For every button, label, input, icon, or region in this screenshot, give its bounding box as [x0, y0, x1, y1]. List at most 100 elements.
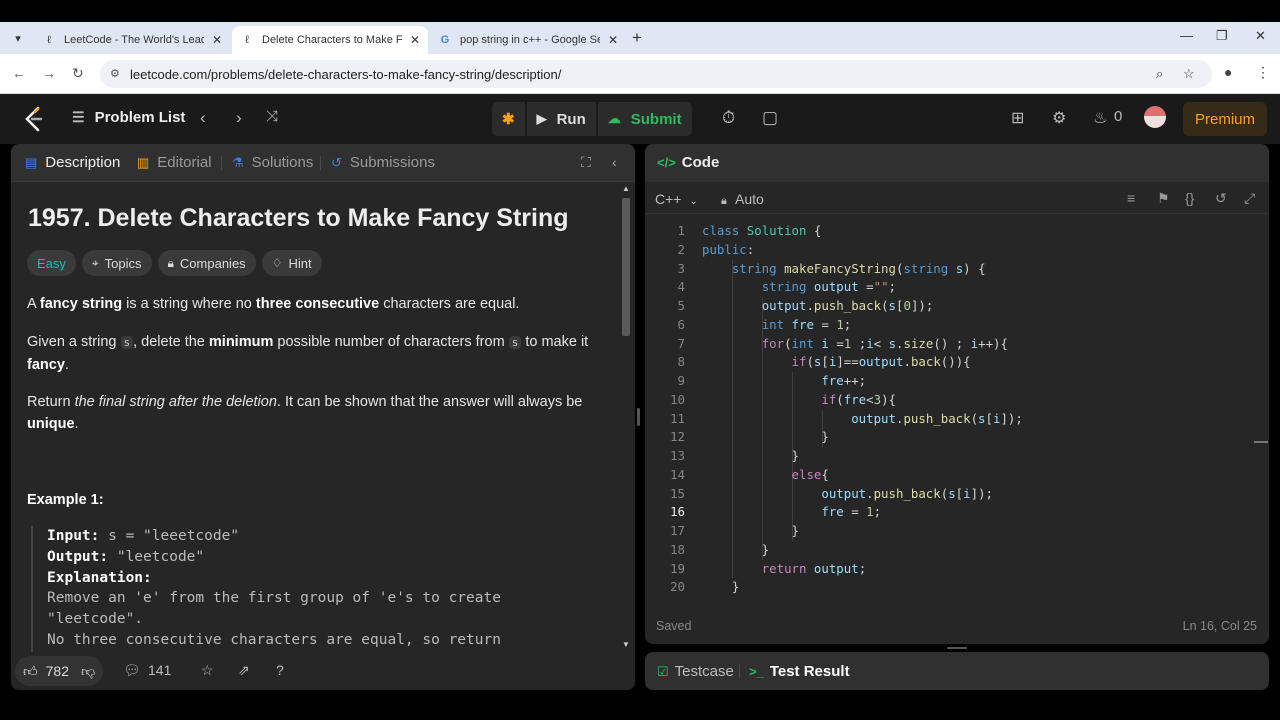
- browser-tab-bar: ▾ ℓ LeetCode - The World's Leading ✕ ℓ D…: [0, 22, 1280, 54]
- code-line[interactable]: }: [702, 428, 828, 447]
- history-icon: ↺: [331, 154, 342, 170]
- auto-label: Auto: [734, 191, 764, 207]
- user-avatar[interactable]: [1144, 106, 1166, 128]
- browser-tab-leetcode-home[interactable]: ℓ LeetCode - The World's Leading ✕: [34, 26, 230, 54]
- language-label: C++: [655, 191, 682, 207]
- panel-resize-handle[interactable]: [637, 408, 640, 426]
- editor-scroll-marker: [1254, 441, 1268, 443]
- prev-problem-icon[interactable]: ‹: [200, 108, 206, 128]
- timer-icon[interactable]: ⏱: [722, 108, 735, 128]
- close-tab-icon[interactable]: ✕: [608, 33, 618, 47]
- comment-icon[interactable]: 💬︎: [123, 662, 141, 679]
- help-icon[interactable]: ?: [276, 662, 284, 678]
- braces-icon[interactable]: {}: [1185, 190, 1194, 206]
- notes-icon[interactable]: ▢: [762, 108, 778, 128]
- address-bar[interactable]: ⚙ leetcode.com/problems/delete-character…: [100, 60, 1212, 88]
- minimize-icon[interactable]: —: [1180, 28, 1193, 43]
- companies-tag[interactable]: 🔒︎ Companies: [157, 250, 256, 276]
- bookmark-icon[interactable]: ⚑: [1157, 190, 1170, 207]
- forward-arrow-icon[interactable]: →: [42, 65, 56, 81]
- tab-testcase[interactable]: ☑ Testcase: [657, 663, 734, 680]
- restore-icon[interactable]: ❐: [1216, 28, 1228, 44]
- code-line[interactable]: int fre = 1;: [702, 316, 852, 335]
- code-line[interactable]: }: [702, 541, 769, 560]
- code-line[interactable]: public:: [702, 241, 754, 260]
- close-window-icon[interactable]: ✕: [1255, 28, 1266, 44]
- close-tab-icon[interactable]: ✕: [410, 33, 420, 47]
- tab-label: Solutions: [251, 154, 314, 171]
- code-editor[interactable]: 1 class Solution {2 public: 3 string makeFa…: [645, 222, 1269, 602]
- cloud-upload-icon: ☁: [607, 111, 621, 126]
- code-tab[interactable]: </> Code: [657, 154, 719, 171]
- code-line[interactable]: string output ="";: [702, 278, 896, 297]
- premium-button[interactable]: Premium: [1183, 102, 1267, 136]
- code-line[interactable]: return output;: [702, 560, 866, 579]
- favorite-star-icon[interactable]: ☆: [201, 662, 214, 679]
- scroll-up-icon[interactable]: ▲: [622, 184, 630, 193]
- share-icon[interactable]: ⇗: [238, 662, 250, 679]
- language-select[interactable]: C++ ⌄: [655, 191, 698, 207]
- description-tabs: ▤ Description ▥ Editorial ⚗ Solutions ↺ …: [11, 144, 635, 182]
- run-button[interactable]: ▶ Run: [526, 102, 596, 136]
- back-arrow-icon[interactable]: ←: [12, 65, 26, 81]
- streak-fire-icon[interactable]: ♨: [1093, 108, 1107, 128]
- thumbs-up-icon[interactable]: 👍︎: [23, 663, 38, 680]
- code-line[interactable]: if(s[i]==output.back()){: [702, 353, 971, 372]
- vertical-resize-handle[interactable]: [947, 647, 967, 649]
- new-tab-button[interactable]: +: [632, 28, 642, 48]
- code-brackets-icon: </>: [657, 155, 676, 170]
- debug-button[interactable]: ✱: [492, 102, 525, 136]
- code-line[interactable]: }: [702, 447, 799, 466]
- description-scrollbar[interactable]: ▲ ▼: [621, 184, 630, 654]
- code-line[interactable]: for(int i =1 ;i< s.size() ; i++){: [702, 335, 1008, 354]
- zoom-icon[interactable]: ⌕: [1156, 66, 1163, 82]
- site-info-icon[interactable]: ⚙: [110, 67, 120, 80]
- text: .: [74, 416, 79, 432]
- layout-icon[interactable]: ⊞: [1011, 108, 1024, 128]
- tab-search-icon[interactable]: ▾: [8, 28, 28, 48]
- format-icon[interactable]: ≡: [1127, 190, 1135, 206]
- reload-icon[interactable]: ↻: [72, 65, 84, 82]
- auto-mode-toggle[interactable]: 🔒︎ Auto: [721, 191, 764, 208]
- thumbs-down-icon[interactable]: 👎︎: [81, 663, 95, 680]
- submit-button[interactable]: ☁ Submit: [597, 102, 692, 136]
- code-line[interactable]: output.push_back(s[0]);: [702, 297, 934, 316]
- settings-gear-icon[interactable]: ⚙: [1052, 108, 1066, 128]
- code-line[interactable]: string makeFancyString(string s) {: [702, 260, 986, 279]
- code-line[interactable]: }: [702, 522, 799, 541]
- next-problem-icon[interactable]: ›: [236, 108, 242, 128]
- browser-tab-current-problem[interactable]: ℓ Delete Characters to Make Fanc ✕: [232, 26, 429, 54]
- close-tab-icon[interactable]: ✕: [212, 33, 222, 47]
- code-line[interactable]: }: [702, 578, 739, 597]
- code-line[interactable]: fre = 1;: [702, 503, 881, 522]
- code-line[interactable]: output.push_back(s[i]);: [702, 410, 1023, 429]
- lightbulb-icon: ♢: [271, 256, 283, 270]
- tab-test-result[interactable]: >_ Test Result: [749, 663, 850, 680]
- profile-icon[interactable]: ●: [1224, 64, 1232, 80]
- url-text: leetcode.com/problems/delete-characters-…: [130, 67, 562, 82]
- scroll-down-icon[interactable]: ▼: [622, 640, 630, 649]
- scroll-thumb[interactable]: [622, 198, 630, 336]
- expand-icon[interactable]: ⤢: [1244, 190, 1255, 207]
- leetcode-logo-icon[interactable]: [22, 106, 46, 132]
- tab-submissions[interactable]: ↺ Submissions: [331, 154, 435, 171]
- code-line[interactable]: fre++;: [702, 372, 866, 391]
- text: characters are equal.: [379, 296, 520, 312]
- shuffle-icon[interactable]: ⤨: [266, 108, 278, 125]
- browser-tab-google-search[interactable]: G pop string in c++ - Google Sea ✕: [430, 26, 626, 54]
- tab-solutions[interactable]: ⚗ Solutions: [232, 154, 313, 171]
- hint-tag[interactable]: ♢ Hint: [261, 250, 322, 276]
- problem-list-button[interactable]: ☰ Problem List: [72, 109, 185, 126]
- collapse-panel-icon[interactable]: ‹: [612, 154, 617, 170]
- tab-description[interactable]: ▤ Description: [25, 154, 120, 171]
- code-line[interactable]: else{: [702, 466, 829, 485]
- fullscreen-icon[interactable]: ⛶: [581, 154, 591, 171]
- browser-menu-icon[interactable]: ⋮: [1256, 64, 1270, 81]
- topics-tag[interactable]: ⌖ Topics: [81, 250, 152, 276]
- bookmark-star-icon[interactable]: ☆: [1183, 66, 1195, 82]
- code-line[interactable]: output.push_back(s[i]);: [702, 485, 993, 504]
- code-line[interactable]: if(fre<3){: [702, 391, 896, 410]
- code-line[interactable]: class Solution {: [702, 222, 821, 241]
- tab-editorial[interactable]: ▥ Editorial: [137, 154, 212, 171]
- reset-icon[interactable]: ↺: [1215, 190, 1227, 207]
